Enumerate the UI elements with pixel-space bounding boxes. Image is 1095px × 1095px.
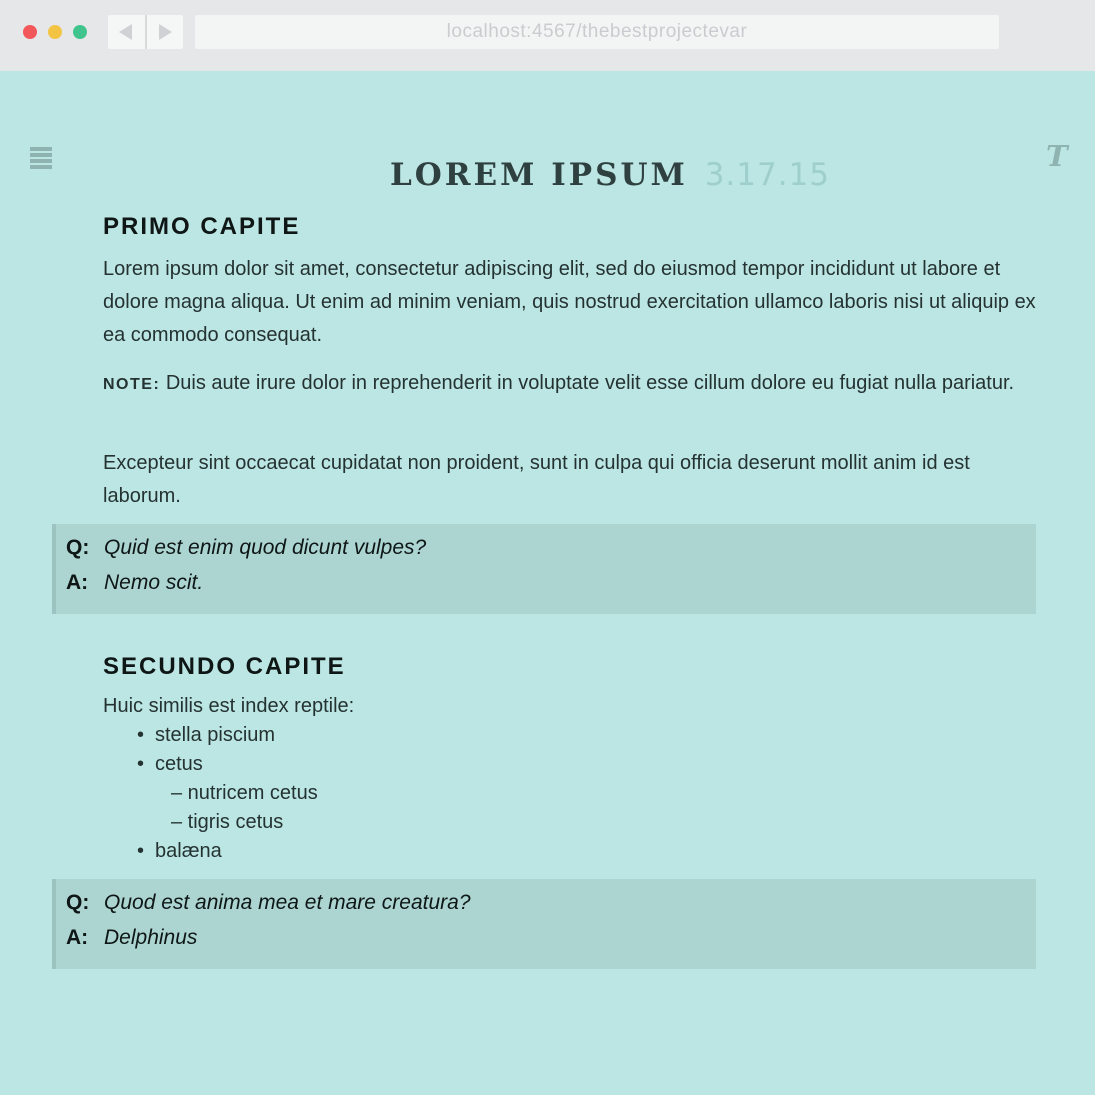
browser-toolbar: localhost:4567/thebestprojectevar <box>0 0 1095 71</box>
reptile-list: Huic similis est index reptile: stella p… <box>103 692 354 866</box>
address-bar-url: localhost:4567/thebestprojectevar <box>446 21 748 42</box>
question-text: Quid est enim quod dicunt vulpes? <box>104 536 427 559</box>
qa-callout-2: Q: Quod est anima mea et mare creatura? … <box>52 879 1036 969</box>
address-bar[interactable]: localhost:4567/thebestprojectevar <box>195 15 999 49</box>
answer-label: A: <box>66 571 89 594</box>
qa-answer-row: A: Delphinus <box>66 926 1036 961</box>
list-subitem: – nutricem cetus <box>171 782 318 804</box>
paragraph-lorem: Lorem ipsum dolor sit amet, consectetur … <box>103 258 1036 346</box>
question-label: Q: <box>66 891 90 914</box>
list-item: cetus <box>103 750 354 779</box>
page-title-text: LOREM IPSUM <box>389 157 688 193</box>
note-text: Duis aute irure dolor in reprehenderit i… <box>160 372 1015 394</box>
page-content: T LOREM IPSUM 3.17.15 PRIMO CAPITE Lorem… <box>0 71 1095 1095</box>
page-date: 3.17.15 <box>704 157 831 193</box>
question-text: Quod est anima mea et mare creatura? <box>104 891 471 914</box>
section-heading-primo: PRIMO CAPITE <box>103 213 301 240</box>
list-subitem: – tigris cetus <box>171 811 284 833</box>
qa-callout-1: Q: Quid est enim quod dicunt vulpes? A: … <box>52 524 1036 614</box>
note-label: NOTE: <box>103 376 161 393</box>
note-paragraph: NOTE: Duis aute irure dolor in reprehend… <box>103 367 1038 401</box>
list-item-text: stella piscium <box>155 724 276 746</box>
list-item: stella piscium <box>103 721 354 750</box>
qa-question-row: Q: Quid est enim quod dicunt vulpes? <box>66 536 1036 571</box>
list-intro: Huic similis est index reptile: <box>103 695 355 717</box>
back-arrow-icon <box>119 24 133 40</box>
back-button[interactable] <box>108 15 145 49</box>
list-item: balæna <box>103 837 354 866</box>
maximize-window-button[interactable] <box>73 25 87 39</box>
close-window-button[interactable] <box>23 25 37 39</box>
list-item-text: cetus <box>155 753 203 775</box>
page-title: LOREM IPSUM 3.17.15 <box>0 157 1095 193</box>
answer-label: A: <box>66 926 89 949</box>
qa-answer-row: A: Nemo scit. <box>66 571 1036 606</box>
forward-arrow-icon <box>158 24 172 40</box>
section-heading-secundo: SECUNDO CAPITE <box>103 653 346 680</box>
minimize-window-button[interactable] <box>48 25 62 39</box>
qa-question-row: Q: Quod est anima mea et mare creatura? <box>66 891 1036 926</box>
answer-text: Delphinus <box>104 926 198 949</box>
paragraph-excepteur: Excepteur sint occaecat cupidatat non pr… <box>103 452 970 507</box>
answer-text: Nemo scit. <box>104 571 204 594</box>
forward-button[interactable] <box>144 15 184 49</box>
navigation-buttons <box>108 15 183 49</box>
list-item-text: balæna <box>155 840 222 862</box>
question-label: Q: <box>66 536 90 559</box>
